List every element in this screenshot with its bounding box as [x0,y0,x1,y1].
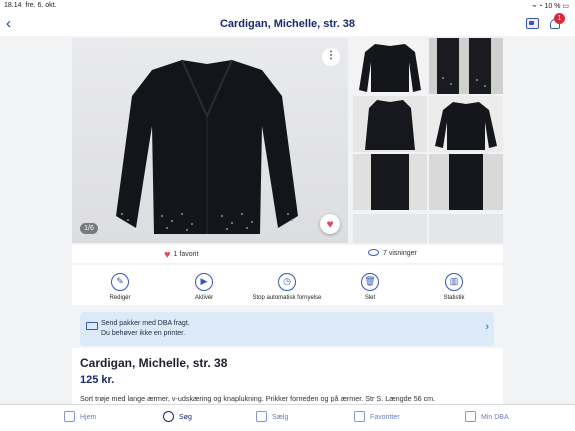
home-icon [64,411,75,422]
more-options-icon[interactable]: ⋮ [322,48,340,66]
notification-badge: 1 [554,13,565,24]
activate-button[interactable]: ▶ Aktivér [164,273,244,301]
thumbnail[interactable] [429,38,503,94]
main-photo[interactable]: ⋮ 1/6 ♥ [72,38,348,243]
tab-sell[interactable]: Sælg [256,411,288,422]
play-icon: ▶ [195,273,213,291]
status-bar: 18.14 fre. 6. okt. ⌁ ◔ 10 % ▭ [0,0,575,12]
image-gallery: ⋮ 1/6 ♥ [72,38,503,243]
chart-icon: ▥ [445,273,463,291]
banner-line-2: Du behøver ikke en printer. [101,330,186,337]
thumbnail[interactable] [353,38,427,94]
tab-home[interactable]: Hjem [64,411,96,422]
listing-title: Cardigan, Michelle, str. 38 [80,356,228,370]
tab-bar: Hjem Søg Sælg Favoritter Min DBA [0,404,575,431]
tab-search[interactable]: Søg [163,411,192,422]
thumbnail-placeholder [353,214,427,243]
status-time-date: 18.14 fre. 6. okt. [4,2,57,9]
share-icon[interactable] [526,18,539,29]
action-bar: ✎ Redigér ▶ Aktivér ◷ Stop automatisk forny… [72,265,503,305]
views-count: 7 visninger [368,249,417,257]
pencil-icon: ✎ [111,273,129,291]
tab-favorites[interactable]: Favoritter [354,411,400,422]
heart-icon: ♥ [164,249,171,261]
sell-icon [256,411,267,422]
thumbnail[interactable] [353,96,427,152]
banner-line-1: Send pakker med DBA fragt. [101,320,190,327]
thumbnail[interactable] [429,96,503,152]
status-battery: ⌁ ◔ 10 % ▭ [532,3,569,10]
stop-renewal-button[interactable]: ◷ Stop automatisk fornyelse [248,273,326,301]
eye-icon [368,249,379,256]
heart-icon [354,411,365,422]
listing-stats: ♥ 1 favorit 7 visninger [72,245,503,263]
cardigan-image [116,59,298,234]
trash-icon: 🗑 [361,273,379,291]
thumbnail-placeholder [429,214,503,243]
chevron-right-icon: › [485,321,489,333]
image-counter: 1/6 [80,223,98,234]
truck-icon [86,322,98,330]
edit-button[interactable]: ✎ Redigér [80,273,160,301]
favorite-heart-icon[interactable]: ♥ [320,214,340,234]
delete-button[interactable]: 🗑 Slet [330,273,410,301]
profile-icon [465,411,476,422]
search-icon [163,411,174,422]
listing-description: Sort trøje med lange ærmer, v-udskæring … [80,394,436,403]
favorites-count: ♥ 1 favorit [164,249,199,261]
listing-info: Cardigan, Michelle, str. 38 125 kr. Sort… [72,348,503,404]
timer-icon: ◷ [278,273,296,291]
thumbnail[interactable] [353,154,427,210]
statistics-button[interactable]: ▥ Statistik [414,273,494,301]
page-title: Cardigan, Michelle, str. 38 [219,18,356,30]
tab-my-dba[interactable]: Min DBA [465,411,509,422]
shipping-banner[interactable]: Send pakker med DBA fragt. Du behøver ik… [80,312,494,346]
top-nav: ‹ Cardigan, Michelle, str. 38 1 [0,12,575,36]
thumbnail[interactable] [429,154,503,210]
listing-price: 125 kr. [80,374,115,386]
